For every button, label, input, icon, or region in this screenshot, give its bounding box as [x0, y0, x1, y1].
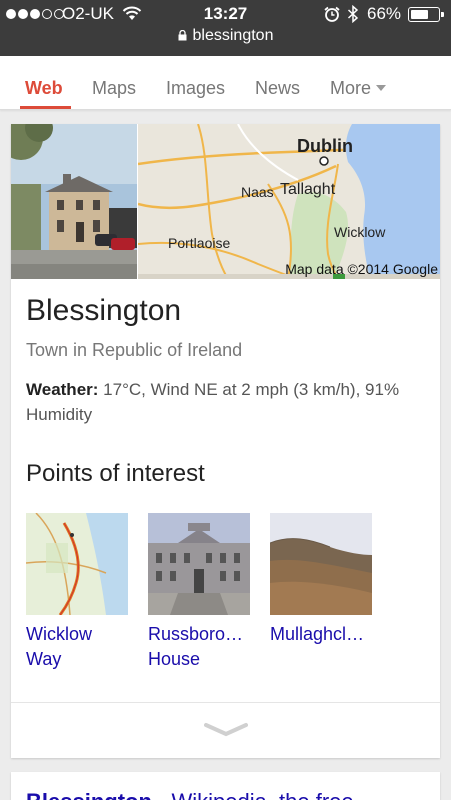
tab-images[interactable]: Images	[166, 78, 225, 99]
search-tabs: Web Maps Images News More	[0, 56, 451, 110]
tab-web[interactable]: Web	[25, 78, 63, 99]
url-bar[interactable]: blessington	[0, 27, 451, 45]
poi-label-line: Way	[26, 649, 62, 669]
poi-thumbnail[interactable]	[148, 513, 250, 615]
tab-more[interactable]: More	[330, 78, 387, 99]
alarm-icon	[324, 6, 340, 22]
tab-maps[interactable]: Maps	[92, 78, 136, 99]
result-title-rest: - Wikipedia, the free	[152, 789, 354, 800]
tab-more-label: More	[330, 78, 372, 98]
poi-label-line: Wicklow	[26, 624, 92, 644]
entity-subtitle: Town in Republic of Ireland	[26, 340, 243, 360]
lock-icon	[178, 30, 187, 41]
weather-info: Weather: 17°C, Wind NE at 2 mph (3 km/h)…	[26, 377, 416, 427]
knowledge-card: Dublin Naas Tallaght Wicklow Portlaoise …	[11, 124, 440, 758]
map-label-tallaght: Tallaght	[280, 181, 336, 198]
url-text: blessington	[192, 27, 274, 44]
poi-thumbnail[interactable]	[270, 513, 372, 615]
poi-item-mullaghcleevaun[interactable]: Mullaghcl…	[270, 513, 372, 647]
map-label-portlaoise: Portlaoise	[168, 235, 231, 251]
tab-news[interactable]: News	[255, 78, 300, 99]
map-label-dublin: Dublin	[297, 136, 353, 156]
chevron-down-icon[interactable]	[204, 722, 248, 738]
battery-icon	[408, 7, 444, 22]
map-credit: Map data ©2014 Google	[285, 261, 438, 277]
poi-label-line: House	[148, 649, 201, 669]
poi-label[interactable]: Mullaghcl…	[270, 622, 372, 647]
poi-thumbnail[interactable]	[26, 513, 128, 615]
search-result: Blessington - Wikipedia, the free	[11, 772, 440, 800]
status-bar: O2-UK 13:27 66% blessington	[0, 0, 451, 56]
map-label-wicklow: Wicklow	[334, 224, 386, 240]
poi-item-wicklow-way[interactable]: Wicklow Way	[26, 513, 128, 672]
poi-label[interactable]: Russboro… House	[148, 622, 250, 672]
map-label-naas: Naas	[241, 184, 274, 200]
active-tab-indicator	[20, 106, 71, 109]
poi-item-russborough-house[interactable]: Russboro… House	[148, 513, 250, 672]
poi-label-line: Russboro…	[148, 624, 244, 644]
card-divider	[11, 702, 440, 703]
bluetooth-icon	[347, 5, 359, 23]
result-title-bold: Blessington	[26, 789, 152, 800]
town-photo[interactable]	[11, 124, 137, 279]
location-map[interactable]: Dublin Naas Tallaght Wicklow Portlaoise …	[138, 124, 440, 279]
poi-label-line: Mullaghcl…	[270, 624, 365, 644]
poi-label[interactable]: Wicklow Way	[26, 622, 128, 672]
battery-percent: 66%	[367, 4, 402, 23]
weather-label: Weather:	[26, 380, 99, 399]
result-title-link[interactable]: Blessington - Wikipedia, the free	[26, 789, 354, 800]
poi-heading: Points of interest	[26, 460, 205, 487]
entity-title: Blessington	[26, 294, 182, 327]
dropdown-caret-icon	[376, 85, 387, 91]
